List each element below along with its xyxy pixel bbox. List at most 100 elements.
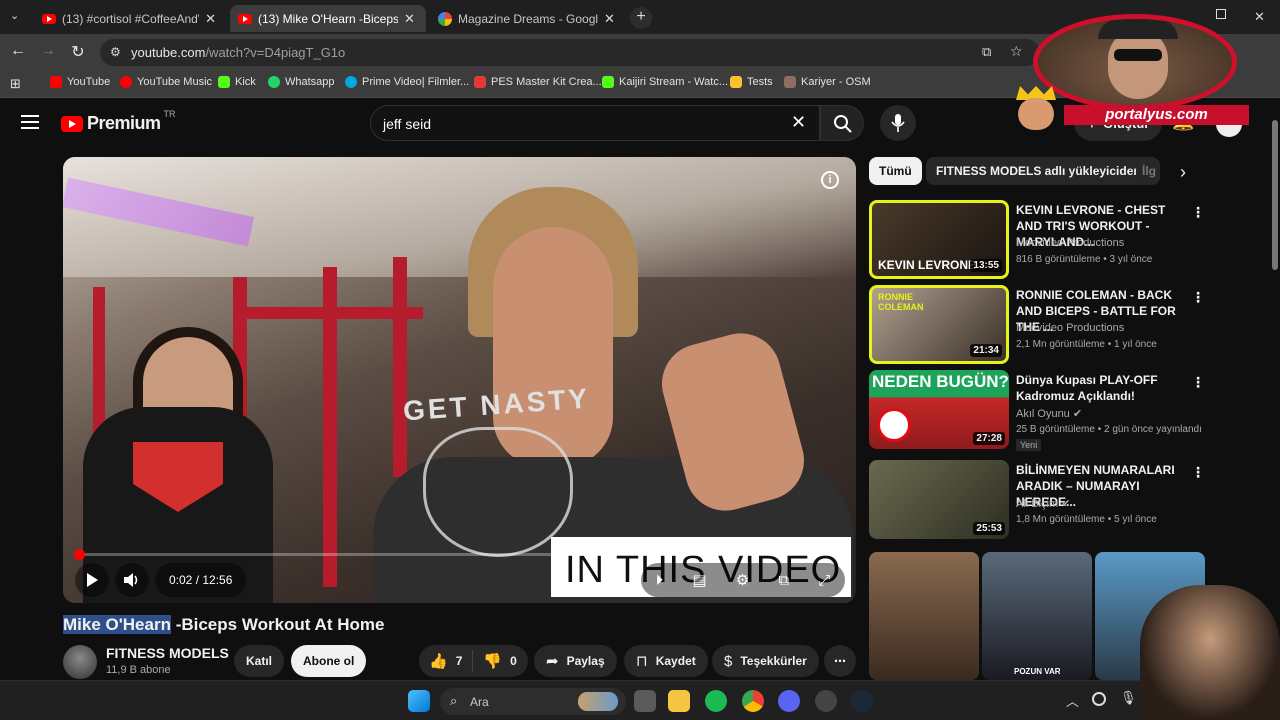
voice-search-button[interactable]	[880, 105, 916, 141]
bookmark-kaijiri[interactable]: Kaijiri Stream - Watc...	[602, 76, 728, 88]
bookmark-youtube[interactable]: YouTube	[50, 76, 110, 88]
taskbar-search[interactable]: ⌕ Ara	[440, 688, 626, 715]
shorts-thumbnail[interactable]	[869, 552, 979, 680]
new-badge: Yeni	[1016, 439, 1042, 451]
microphone-icon	[891, 114, 905, 132]
close-window-icon[interactable]: ✕	[1254, 9, 1265, 25]
tab-1[interactable]: (13) #cortisol #CoffeeAndWorkout ✕	[34, 5, 224, 32]
app-icon[interactable]	[815, 690, 837, 712]
volume-button[interactable]	[115, 563, 149, 597]
search-button[interactable]	[820, 105, 864, 141]
tab-list-chevron-icon[interactable]: ⌄	[10, 9, 19, 22]
join-button[interactable]: Katıl	[234, 645, 285, 677]
like-button[interactable]: 👍 7	[419, 650, 474, 672]
video-thumbnail[interactable]: KEVIN LEVRONE 13:55	[869, 200, 1009, 279]
play-button[interactable]	[75, 563, 109, 597]
bookmark-youtube-music[interactable]: YouTube Music	[120, 76, 212, 88]
video-thumbnail[interactable]: NEDEN BUGÜN? 27:28	[869, 370, 1009, 449]
back-arrow-icon[interactable]: ←	[8, 42, 28, 60]
scrollbar-thumb[interactable]	[1272, 120, 1278, 270]
recommended-video[interactable]: RONNIE COLEMAN 21:34 RONNIE COLEMAN - BA…	[869, 285, 1209, 365]
video-menu-icon[interactable]: ⋮	[1191, 464, 1205, 481]
steam-icon[interactable]	[851, 690, 873, 712]
share-button[interactable]: ➦ Paylaş	[534, 645, 617, 677]
clear-search-icon[interactable]: ✕	[791, 112, 806, 133]
close-tab-icon[interactable]: ✕	[604, 11, 615, 27]
chip-related[interactable]: İlg	[1136, 157, 1160, 185]
video-menu-icon[interactable]: ⋮	[1191, 374, 1205, 391]
thumbnail-caption: KEVIN LEVRONE	[878, 258, 977, 272]
task-view-icon[interactable]	[634, 690, 656, 712]
shorts-thumbnail[interactable]: POZUN VAR	[982, 552, 1092, 680]
video-thumbnail[interactable]: RONNIE COLEMAN 21:34	[869, 285, 1009, 364]
progress-scrubber[interactable]	[74, 549, 85, 560]
thanks-button[interactable]: $ Teşekkürler	[712, 645, 819, 677]
search-input[interactable]: jeff seid ✕	[370, 105, 820, 141]
info-icon[interactable]: i	[821, 171, 839, 189]
close-tab-icon[interactable]: ✕	[205, 11, 216, 27]
fullscreen-icon[interactable]: ⤢	[818, 572, 830, 589]
bookmark-prime-video[interactable]: Prime Video| Filmler...	[345, 76, 469, 88]
video-menu-icon[interactable]: ⋮	[1191, 289, 1205, 306]
bookmark-whatsapp[interactable]: Whatsapp	[268, 76, 335, 88]
video-duration: 25:53	[973, 522, 1005, 535]
dislike-button[interactable]: 👎 0	[473, 652, 526, 670]
youtube-logo-icon	[61, 115, 83, 132]
search-highlight-image	[578, 692, 618, 711]
more-actions-button[interactable]: ⋯	[824, 645, 856, 677]
recommended-video[interactable]: NEDEN BUGÜN? 27:28 Dünya Kupası PLAY-OFF…	[869, 370, 1209, 451]
discord-icon[interactable]	[778, 690, 800, 712]
logo-text: Premium	[87, 113, 161, 133]
chip-from-uploader[interactable]: FITNESS MODELS adlı yükleyiciden	[926, 157, 1151, 185]
new-tab-button[interactable]: +	[630, 7, 652, 29]
recommended-video[interactable]: 25:53 BİLİNMEYEN NUMARALARI ARADIK – NUM…	[869, 460, 1209, 540]
settings-gear-icon[interactable]: ⚙	[736, 571, 749, 589]
chips-next-chevron-icon[interactable]: ›	[1180, 162, 1186, 183]
maximize-window-icon[interactable]	[1216, 9, 1226, 19]
video-thumbnail[interactable]: 25:53	[869, 460, 1009, 539]
windows-start-icon[interactable]	[408, 690, 430, 712]
recommended-video[interactable]: KEVIN LEVRONE 13:55 KEVIN LEVRONE - CHES…	[869, 200, 1209, 280]
video-meta: 1,8 Mn görüntüleme • 5 yıl önce	[1016, 514, 1157, 525]
chrome-icon[interactable]	[742, 690, 764, 712]
autoplay-toggle-icon[interactable]: ⏵	[656, 572, 664, 589]
bookmark-kariyer[interactable]: Kariyer - OSM	[784, 76, 871, 88]
reload-icon[interactable]: ↻	[68, 42, 88, 62]
bookmark-star-icon[interactable]: ☆	[1010, 43, 1023, 60]
bookmark-pes-master[interactable]: PES Master Kit Crea...	[474, 76, 602, 88]
video-player[interactable]: GET NASTY i IN THIS VIDEO 0:02 / 12:56 ⏵…	[63, 157, 856, 603]
hamburger-menu-icon[interactable]	[21, 115, 39, 129]
video-frame-logo	[133, 442, 223, 512]
site-info-icon[interactable]: ⚙	[110, 45, 121, 59]
tray-app-icon[interactable]	[1092, 692, 1106, 706]
thumbnail-caption: NEDEN BUGÜN?	[872, 372, 1009, 391]
youtube-premium-logo[interactable]: Premium TR	[61, 109, 176, 134]
player-right-controls: ⏵ ▤ ⚙ ⧉ ⤢	[641, 563, 845, 597]
channel-avatar[interactable]	[63, 645, 97, 679]
tab-3[interactable]: Magazine Dreams - Google'da Ara ✕	[430, 5, 626, 32]
tray-microphone-icon[interactable]: 🎙	[1120, 690, 1137, 706]
page-scrollbar[interactable]	[1270, 100, 1280, 680]
subtitles-icon[interactable]: ▤	[692, 571, 706, 589]
url-field[interactable]: ⚙ youtube.com/watch?v=D4piagT_G1o ⧉ ☆	[100, 39, 1040, 66]
bookmark-icon: ⊓	[636, 653, 648, 670]
forward-arrow-icon[interactable]: →	[38, 42, 58, 60]
bookmark-kick[interactable]: Kick	[218, 76, 256, 88]
bookmark-tests[interactable]: Tests	[730, 76, 773, 88]
channel-name[interactable]: FITNESS MODELS	[106, 645, 229, 661]
video-progress-bar[interactable]	[74, 549, 844, 560]
video-menu-icon[interactable]: ⋮	[1191, 204, 1205, 221]
spotify-icon[interactable]	[705, 690, 727, 712]
close-tab-icon[interactable]: ✕	[404, 11, 415, 27]
subscribe-button[interactable]: Abone ol	[291, 645, 367, 677]
save-button[interactable]: ⊓ Kaydet	[624, 645, 708, 677]
install-app-icon[interactable]: ⧉	[982, 44, 991, 60]
youtube-icon	[50, 76, 62, 88]
chip-all[interactable]: Tümü	[869, 157, 922, 185]
title-highlighted-text: Mike O'Hearn	[63, 615, 171, 634]
system-tray-chevron-icon[interactable]: ︿	[1066, 691, 1079, 710]
miniplayer-icon[interactable]: ⧉	[778, 572, 789, 589]
tab-2-active[interactable]: (13) Mike O'Hearn -Biceps Workout ✕	[230, 5, 426, 32]
file-explorer-icon[interactable]	[668, 690, 690, 712]
apps-grid-icon[interactable]: ⊞	[10, 76, 21, 92]
